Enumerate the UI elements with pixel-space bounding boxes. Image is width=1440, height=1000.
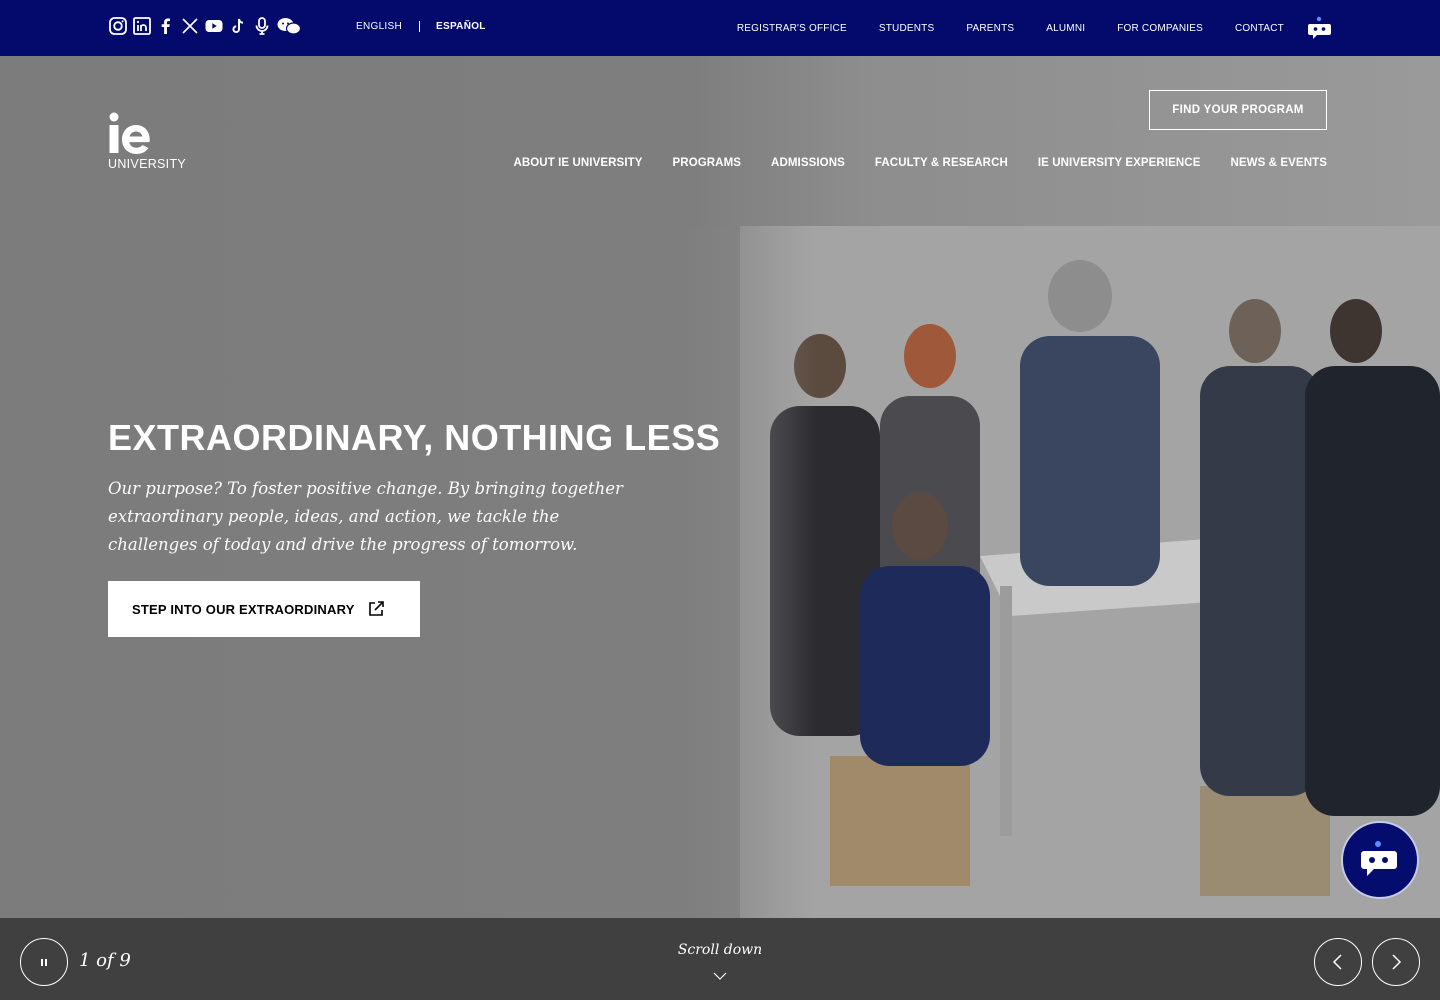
pause-icon (41, 958, 47, 966)
chevron-left-icon (1332, 954, 1342, 970)
slider-controls: 1 of 9 Scroll down (0, 918, 1440, 1000)
nav-news-events[interactable]: NEWS & EVENTS (1230, 157, 1327, 169)
chatbot-icon[interactable] (1306, 14, 1334, 42)
utility-nav: REGISTRAR'S OFFICE STUDENTS PARENTS ALUM… (737, 23, 1284, 34)
lang-divider (419, 21, 421, 32)
social-links (108, 14, 302, 38)
youtube-icon[interactable] (204, 14, 224, 38)
find-program-button[interactable]: FIND YOUR PROGRAM (1149, 90, 1327, 130)
wechat-icon[interactable] (276, 14, 302, 38)
external-link-icon (368, 601, 384, 616)
next-slide-button[interactable] (1372, 938, 1420, 986)
x-icon[interactable] (180, 14, 200, 38)
chatbot-button[interactable] (1341, 821, 1419, 899)
chatbot-icon (1361, 841, 1397, 876)
link-for-companies[interactable]: FOR COMPANIES (1117, 23, 1203, 34)
cta-button[interactable]: STEP INTO OUR EXTRAORDINARY (108, 581, 420, 637)
language-switcher: ENGLISH ESPAÑOL (356, 21, 486, 32)
nav-programs[interactable]: PROGRAMS (673, 157, 742, 169)
hero-section: UNIVERSITY FIND YOUR PROGRAM ABOUT IE UN… (0, 56, 1440, 918)
nav-admissions[interactable]: ADMISSIONS (771, 157, 845, 169)
nav-experience[interactable]: IE UNIVERSITY EXPERIENCE (1038, 157, 1201, 169)
lang-espanol[interactable]: ESPAÑOL (436, 21, 486, 32)
linkedin-icon[interactable] (132, 14, 152, 38)
logo-wordmark: UNIVERSITY (108, 157, 187, 171)
tiktok-icon[interactable] (228, 14, 248, 38)
lang-english[interactable]: ENGLISH (356, 21, 402, 32)
link-alumni[interactable]: ALUMNI (1046, 23, 1085, 34)
link-parents[interactable]: PARENTS (966, 23, 1014, 34)
nav-faculty-research[interactable]: FACULTY & RESEARCH (875, 157, 1008, 169)
nav-about[interactable]: ABOUT IE UNIVERSITY (513, 157, 642, 169)
podcast-icon[interactable] (252, 14, 272, 38)
prev-slide-button[interactable] (1314, 938, 1362, 986)
link-contact[interactable]: CONTACT (1235, 23, 1284, 34)
cta-label: STEP INTO OUR EXTRAORDINARY (132, 601, 355, 617)
main-nav: ABOUT IE UNIVERSITY PROGRAMS ADMISSIONS … (513, 157, 1327, 169)
facebook-icon[interactable] (156, 14, 176, 38)
chevron-down-icon[interactable] (713, 971, 727, 981)
hero-lead-text: Our purpose? To foster positive change. … (108, 479, 623, 554)
chevron-right-icon (1392, 954, 1402, 970)
hero-headline: EXTRAORDINARY, NOTHING LESS (108, 417, 721, 458)
scroll-down-label[interactable]: Scroll down (0, 942, 1440, 958)
link-students[interactable]: STUDENTS (879, 23, 935, 34)
top-utility-bar: ENGLISH ESPAÑOL REGISTRAR'S OFFICE STUDE… (0, 0, 1440, 56)
link-registrars-office[interactable]: REGISTRAR'S OFFICE (737, 23, 847, 34)
instagram-icon[interactable] (108, 14, 128, 38)
hero-photo (680, 226, 1440, 918)
